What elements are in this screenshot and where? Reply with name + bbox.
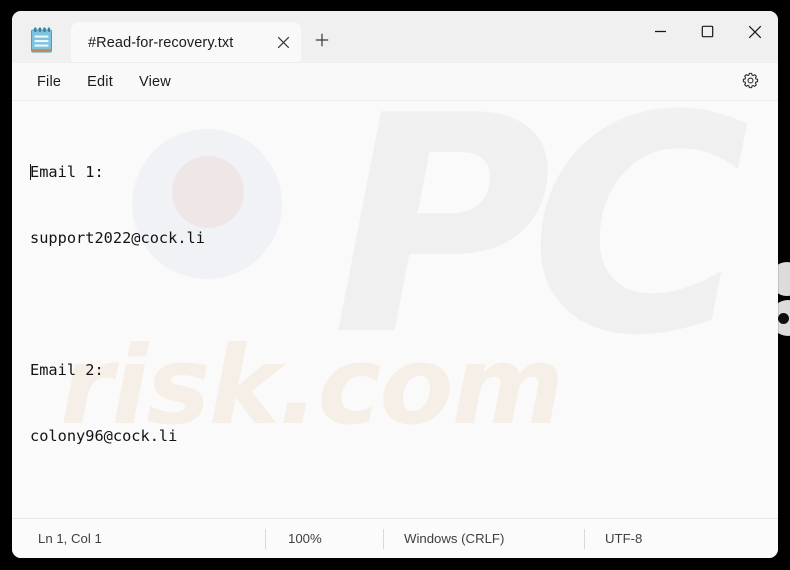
notepad-icon [29, 27, 54, 55]
status-zoom[interactable]: 100% [266, 528, 383, 550]
menu-file[interactable]: File [24, 69, 74, 95]
desktop-background: #Read-for-recovery.txt File Edit View ri… [0, 0, 790, 570]
menu-view[interactable]: View [126, 69, 184, 95]
status-line-endings[interactable]: Windows (CRLF) [384, 528, 584, 550]
new-tab-button[interactable] [303, 22, 341, 63]
maximize-icon [701, 25, 714, 38]
text-line-caret: Email 1: [30, 161, 766, 183]
minimize-icon [654, 25, 667, 38]
text-line [30, 293, 766, 315]
status-cursor-position: Ln 1, Col 1 [38, 531, 102, 546]
text-line: Email 1: [30, 163, 104, 181]
status-encoding[interactable]: UTF-8 [585, 528, 658, 550]
settings-button[interactable] [736, 69, 764, 97]
gear-icon [742, 72, 759, 94]
background-shape [778, 313, 789, 324]
text-line: support2022@cock.li [30, 229, 205, 247]
text-editor-area[interactable]: PC risk.com Email 1: support2022@cock.li… [12, 101, 778, 518]
status-bar: Ln 1, Col 1 100% Windows (CRLF) UTF-8 [12, 518, 778, 558]
text-line: Email 2: [30, 361, 104, 379]
tab-title: #Read-for-recovery.txt [88, 34, 234, 51]
text-line [30, 491, 766, 513]
close-icon [748, 25, 762, 39]
tab-strip: #Read-for-recovery.txt [12, 11, 341, 63]
close-icon[interactable] [269, 29, 297, 57]
menu-bar: File Edit View [12, 63, 778, 101]
text-line: colony96@cock.li [30, 427, 178, 445]
notepad-window: #Read-for-recovery.txt File Edit View ri… [12, 11, 778, 558]
close-button[interactable] [731, 11, 778, 52]
maximize-button[interactable] [684, 11, 731, 52]
title-bar: #Read-for-recovery.txt [12, 11, 778, 63]
minimize-button[interactable] [637, 11, 684, 52]
plus-icon [315, 33, 329, 52]
window-controls [637, 11, 778, 52]
document-text[interactable]: Email 1: support2022@cock.li Email 2: co… [12, 101, 778, 518]
menu-edit[interactable]: Edit [74, 69, 126, 95]
tab-read-for-recovery[interactable]: #Read-for-recovery.txt [71, 22, 301, 63]
